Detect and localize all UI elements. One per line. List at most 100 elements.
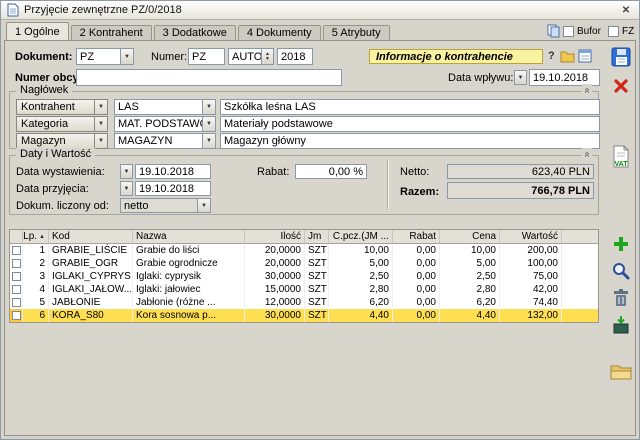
row-checkbox[interactable] <box>10 244 23 257</box>
fz-label: FZ <box>622 26 634 37</box>
cell-nazwa: Iglaki: jałowiec <box>133 283 245 296</box>
numer-prefix-value: PZ <box>192 51 206 63</box>
table-row[interactable]: 3 IGLAKI_CYPRYS Iglaki: cyprysik 30,0000… <box>10 270 598 283</box>
chevron-down-icon[interactable]: ▼ <box>94 100 107 114</box>
close-button[interactable]: ✕ <box>618 3 634 17</box>
kontrahent-list-button[interactable] <box>577 48 593 64</box>
magazyn-code-field[interactable]: MAGAZYN ▼ <box>114 133 216 149</box>
kategoria-code-field[interactable]: MAT. PODSTAWOWE ▼ <box>114 116 216 132</box>
chevron-down-icon[interactable]: ▼ <box>202 134 215 148</box>
kontrahent-name-field[interactable]: Szkółka leśna LAS <box>220 99 600 115</box>
col-cena-pocz[interactable]: C.pcz.(JM ... <box>329 230 393 244</box>
row-checkbox[interactable] <box>10 283 23 296</box>
daty-wartosc-group: Daty i Wartość » Data wystawienia: ▼ 19.… <box>9 155 599 215</box>
items-table: Lp.▲ Kod Nazwa Ilość Jm C.pcz.(JM ... Ra… <box>9 229 599 323</box>
help-icon[interactable]: ? <box>548 50 555 62</box>
collapse-naglowek-button[interactable]: » <box>582 84 592 96</box>
col-ilosc[interactable]: Ilość <box>245 230 305 244</box>
data-przyjecia-calendar-button[interactable]: ▼ <box>120 181 133 196</box>
bufor-label: Bufor <box>577 26 601 37</box>
col-nazwa[interactable]: Nazwa <box>133 230 245 244</box>
vat-icon: VAT <box>612 145 630 168</box>
cell-cena: 2,80 <box>440 283 500 296</box>
col-rabat[interactable]: Rabat <box>393 230 440 244</box>
kontrahent-card-button[interactable] <box>559 48 575 64</box>
chevron-down-icon[interactable]: ▼ <box>197 199 210 212</box>
copy-icon[interactable] <box>546 23 560 38</box>
netto-field: 623,40 PLN <box>447 164 594 179</box>
kategoria-name-field[interactable]: Materiały podstawowe <box>220 116 600 132</box>
data-wplywu-calendar-button[interactable]: ▼ <box>514 70 527 85</box>
tab-ogolne[interactable]: 1 Ogólne <box>6 22 69 41</box>
tab-kontrahent[interactable]: 2 Kontrahent <box>71 25 152 41</box>
numer-year-value: 2018 <box>281 51 305 63</box>
chevron-down-icon[interactable]: ▼ <box>120 49 133 64</box>
numer-auto-stepper[interactable]: AUTO ▲▼ <box>228 48 274 65</box>
table-row[interactable]: 4 IGLAKI_JAŁOW... Iglaki: jałowiec 15,00… <box>10 283 598 296</box>
tab-dodatkowe[interactable]: 3 Dodatkowe <box>154 25 236 41</box>
kategoria-code-value: MAT. PODSTAWOWE <box>115 117 202 131</box>
data-wystawienia-field[interactable]: 19.10.2018 <box>135 164 211 179</box>
kontrahent-code-field[interactable]: LAS ▼ <box>114 99 216 115</box>
dokument-schema-combo[interactable]: PZ ▼ <box>76 48 134 65</box>
fz-checkbox[interactable] <box>608 26 619 37</box>
col-wartosc[interactable]: Wartość <box>500 230 562 244</box>
dokum-liczony-combo[interactable]: netto ▼ <box>120 198 211 213</box>
row-checkbox[interactable] <box>10 270 23 283</box>
row-checkbox[interactable] <box>10 257 23 270</box>
row-checkbox[interactable] <box>10 296 23 309</box>
add-item-button[interactable] <box>608 231 634 257</box>
chevron-down-icon[interactable]: ▼ <box>202 117 215 131</box>
col-select[interactable] <box>10 230 23 244</box>
kontrahent-info-banner: Informacje o kontrahencie <box>369 49 543 64</box>
cell-nazwa: Jabłonie (różne ... <box>133 296 245 309</box>
cell-wartosc: 100,00 <box>500 257 562 270</box>
cell-kod: GRABIE_OGR <box>49 257 133 270</box>
edit-item-button[interactable] <box>608 258 634 284</box>
spinner-icon[interactable]: ▲▼ <box>261 49 273 64</box>
delete-item-button[interactable] <box>608 285 634 311</box>
table-row[interactable]: 2 GRABIE_OGR Grabie ogrodnicze 20,0000 S… <box>10 257 598 270</box>
table-row[interactable]: 5 JABŁONIE Jabłonie (różne ... 12,0000 S… <box>10 296 598 309</box>
col-jm[interactable]: Jm <box>305 230 329 244</box>
cell-jm: SZT <box>305 283 329 296</box>
col-lp[interactable]: Lp.▲ <box>23 230 49 244</box>
export-documents-button[interactable] <box>608 359 634 385</box>
table-row[interactable]: 1 GRABIE_LIŚCIE Grabie do liści 20,0000 … <box>10 244 598 257</box>
import-items-button[interactable] <box>608 312 634 338</box>
tab-atrybuty[interactable]: 5 Atrybuty <box>323 25 390 41</box>
cancel-button[interactable] <box>608 73 634 99</box>
kontrahent-button[interactable]: Kontrahent ▼ <box>16 99 108 115</box>
numer-prefix-field[interactable]: PZ <box>188 48 225 65</box>
vat-table-button[interactable]: VAT <box>608 141 634 171</box>
col-cena[interactable]: Cena <box>440 230 500 244</box>
cell-filler <box>562 283 598 296</box>
magazyn-name-field[interactable]: Magazyn główny <box>220 133 600 149</box>
chevron-down-icon[interactable]: ▼ <box>94 134 107 148</box>
chevron-down-icon[interactable]: ▼ <box>94 117 107 131</box>
dokument-label: Dokument: <box>15 51 72 63</box>
cell-lp: 4 <box>23 283 49 296</box>
col-filler <box>562 230 598 244</box>
numer-year-field[interactable]: 2018 <box>277 48 313 65</box>
data-wystawienia-calendar-button[interactable]: ▼ <box>120 164 133 179</box>
rabat-field[interactable]: 0,00 % <box>295 164 367 179</box>
collapse-daty-button[interactable]: » <box>582 148 592 160</box>
tab-dokumenty[interactable]: 4 Dokumenty <box>238 25 321 41</box>
cell-ilosc: 30,0000 <box>245 309 305 322</box>
cell-wartosc: 75,00 <box>500 270 562 283</box>
row-checkbox[interactable] <box>10 309 23 322</box>
kontrahent-info-text: Informacje o kontrahencie <box>376 51 513 63</box>
data-przyjecia-field[interactable]: 19.10.2018 <box>135 181 211 196</box>
col-kod[interactable]: Kod <box>49 230 133 244</box>
save-button[interactable] <box>608 44 634 70</box>
cell-cena: 10,00 <box>440 244 500 257</box>
bufor-checkbox[interactable] <box>563 26 574 37</box>
magazyn-button[interactable]: Magazyn ▼ <box>16 133 108 149</box>
cell-ilosc: 20,0000 <box>245 257 305 270</box>
numer-obcy-input[interactable] <box>76 69 342 86</box>
kategoria-button[interactable]: Kategoria ▼ <box>16 116 108 132</box>
magazyn-name-value: Magazyn główny <box>224 135 306 147</box>
chevron-down-icon[interactable]: ▼ <box>202 100 215 114</box>
table-row-selected[interactable]: 6 KORA_S80 Kora sosnowa p... 30,0000 SZT… <box>10 309 598 322</box>
